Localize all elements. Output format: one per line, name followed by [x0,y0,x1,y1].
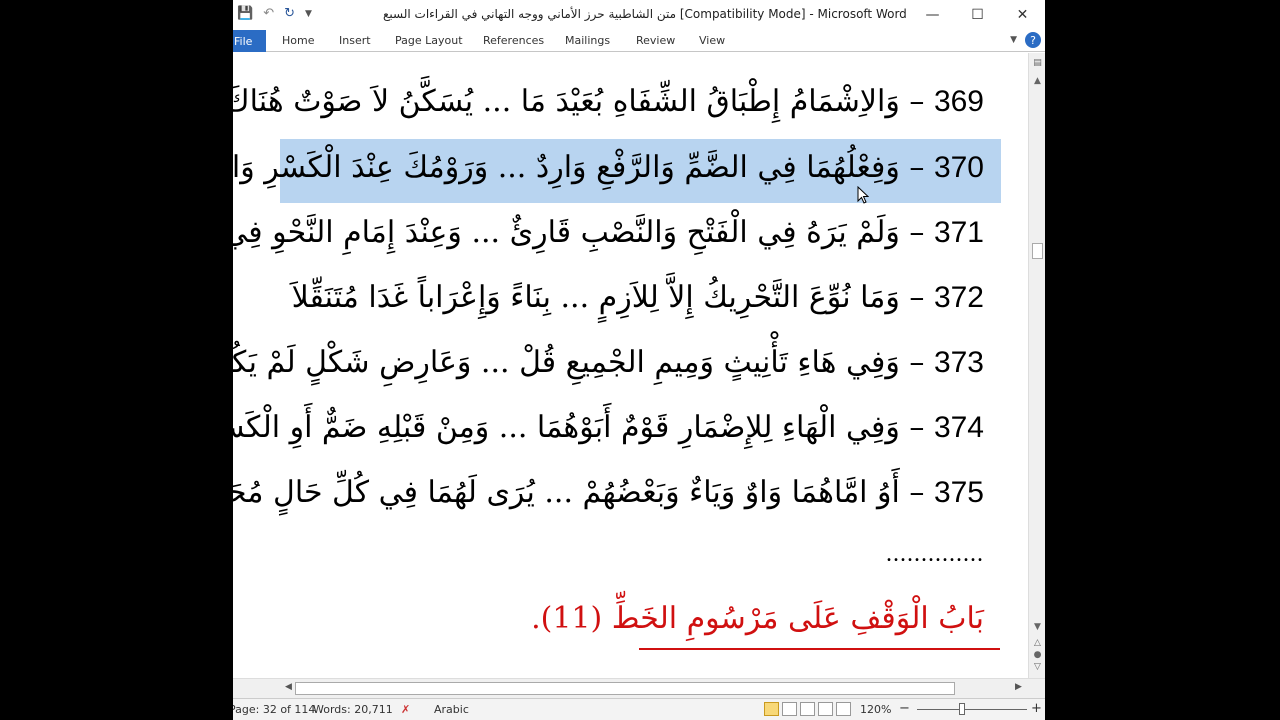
zoom-level[interactable]: 120% [860,703,891,716]
zoom-slider[interactable] [917,709,1027,710]
mouse-cursor-icon [857,186,869,204]
full-screen-reading-button[interactable] [782,702,797,716]
outline-button[interactable] [818,702,833,716]
window-controls: — ☐ ✕ [910,0,1045,30]
ruler-toggle-icon[interactable]: ▤ [1031,57,1044,70]
vertical-scroll-thumb[interactable] [1032,243,1043,259]
status-bar: Page: 32 of 114 Words: 20,711 ✗ Arabic 1… [233,698,1045,720]
document-page[interactable]: 369 – وَالاِشْمَامُ إِطْبَاقُ الشِّفَاهِ… [233,53,1028,678]
chevron-down-icon[interactable]: ▼ [305,9,312,19]
tab-page-layout[interactable]: Page Layout [395,34,463,47]
language-indicator[interactable]: Arabic [434,703,469,716]
close-button[interactable]: ✕ [1000,0,1045,30]
heading-underline [639,648,1000,650]
scroll-up-icon[interactable]: ▲ [1031,75,1044,88]
vertical-scrollbar[interactable]: ▤ ▲ ▼ △ ● ▽ [1028,53,1045,678]
tab-home[interactable]: Home [282,34,314,47]
verse-line: 371 – وَلَمْ يَرَهُ فِي الْفَتْحِ وَالنَ… [233,215,984,250]
tab-mailings[interactable]: Mailings [565,34,610,47]
separator-dots: .............. [886,541,984,567]
scroll-left-icon[interactable]: ◀ [285,682,292,692]
redo-icon[interactable]: ↻ [284,6,295,21]
word-window: 💾 ↶ ↻ ▼ متن الشاطبية حرز الأماني ووجه ال… [233,0,1045,720]
window-title: متن الشاطبية حرز الأماني ووجه التهاني في… [383,7,907,21]
verse-line: 369 – وَالاِشْمَامُ إِطْبَاقُ الشِّفَاهِ… [233,84,984,119]
draft-button[interactable] [836,702,851,716]
tab-references[interactable]: References [483,34,544,47]
next-page-icon[interactable]: ▽ [1031,661,1044,674]
undo-icon[interactable]: ↶ [263,6,274,21]
tab-file[interactable]: File [233,30,266,52]
print-layout-button[interactable] [764,702,779,716]
title-bar: 💾 ↶ ↻ ▼ متن الشاطبية حرز الأماني ووجه ال… [233,0,1045,30]
quick-access-toolbar: 💾 ↶ ↻ ▼ [237,6,312,21]
scroll-right-icon[interactable]: ▶ [1015,682,1022,692]
verse-line: 373 – وَفِي هَاءِ تَأْنِيثٍ وَمِيمِ الجْ… [233,345,984,380]
verse-line: 374 – وَفِي الْهَاءِ لِلإِضْمَارِ قَوْمٌ… [233,410,984,445]
tab-review[interactable]: Review [636,34,675,47]
ribbon-tabs: File Home Insert Page Layout References … [233,30,1045,52]
tab-view[interactable]: View [699,34,725,47]
floppy-icon[interactable]: 💾 [237,6,253,21]
help-icon[interactable]: ? [1025,32,1041,48]
horizontal-scrollbar[interactable]: ◀ ▶ [233,678,1045,698]
horizontal-scroll-thumb[interactable] [295,682,955,695]
scroll-down-icon[interactable]: ▼ [1031,621,1044,634]
zoom-in-button[interactable]: + [1031,701,1042,716]
page-count[interactable]: Page: 32 of 114 [233,703,315,716]
maximize-button[interactable]: ☐ [955,0,1000,30]
zoom-out-button[interactable]: − [899,701,910,716]
chapter-heading: بَابُ الْوَقْفِ عَلَى مَرْسُومِ الخَطِّ … [531,601,984,636]
zoom-slider-knob[interactable] [959,703,965,715]
word-count[interactable]: Words: 20,711 [313,703,393,716]
verse-line: 372 – وَمَا نُوِّعَ التَّحْرِيكُ إِلاَّ … [291,280,984,315]
minimize-button[interactable]: — [910,0,955,30]
verse-line: 375 – أَوُ امَّاهُمَا وَاوٌ وَيَاءٌ وَبَ… [233,475,984,510]
ribbon-right-controls: ▼ ? [1010,32,1041,48]
expand-ribbon-icon[interactable]: ▼ [1010,35,1017,45]
proofing-icon[interactable]: ✗ [401,703,410,716]
web-layout-button[interactable] [800,702,815,716]
tab-insert[interactable]: Insert [339,34,371,47]
verse-line: 370 – وَفِعْلُهُمَا فِي الضَّمِّ وَالرَّ… [233,150,984,185]
